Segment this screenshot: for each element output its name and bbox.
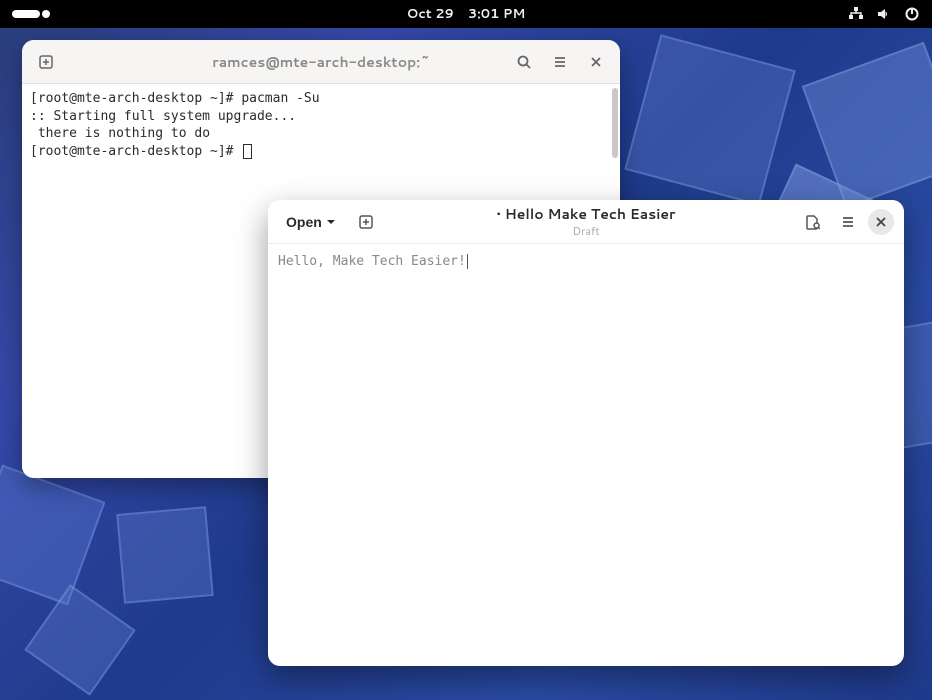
document-title: Hello Make Tech Easier bbox=[505, 204, 676, 224]
editor-title-block: • Hello Make Tech Easier Draft bbox=[496, 204, 675, 239]
menu-button[interactable] bbox=[832, 206, 864, 238]
activities-button[interactable] bbox=[12, 10, 40, 18]
document-info-button[interactable] bbox=[796, 206, 828, 238]
volume-icon bbox=[876, 6, 892, 22]
scrollbar-thumb[interactable] bbox=[612, 88, 618, 158]
terminal-headerbar: ramces@mte-arch-desktop:~ bbox=[22, 40, 620, 84]
panel-clock[interactable]: Oct 29 3:01 PM bbox=[407, 5, 526, 23]
new-document-button[interactable] bbox=[350, 206, 382, 238]
network-icon bbox=[848, 6, 864, 22]
close-button[interactable] bbox=[580, 46, 612, 78]
open-button-label: Open bbox=[286, 214, 322, 230]
editor-headerbar: Open • Hello Make Tech Easier Draft bbox=[268, 200, 904, 244]
close-button[interactable] bbox=[868, 209, 894, 235]
panel-time: 3:01 PM bbox=[468, 5, 526, 23]
new-tab-button[interactable] bbox=[30, 46, 62, 78]
editor-content: Hello, Make Tech Easier! bbox=[278, 254, 466, 269]
terminal-line: :: Starting full system upgrade... bbox=[30, 109, 296, 124]
terminal-cursor bbox=[243, 144, 252, 159]
menu-button[interactable] bbox=[544, 46, 576, 78]
editor-text-area[interactable]: Hello, Make Tech Easier! bbox=[268, 244, 904, 666]
terminal-line: [root@mte-arch-desktop ~]# pacman -Su bbox=[30, 91, 320, 106]
panel-date: Oct 29 bbox=[407, 5, 454, 23]
text-editor-window: Open • Hello Make Tech Easier Draft Hell… bbox=[268, 200, 904, 666]
chevron-down-icon bbox=[326, 217, 336, 227]
open-button[interactable]: Open bbox=[278, 208, 344, 236]
document-subtitle: Draft bbox=[496, 223, 675, 239]
terminal-line: there is nothing to do bbox=[30, 126, 210, 141]
terminal-prompt: [root@mte-arch-desktop ~]# bbox=[30, 144, 241, 159]
text-cursor bbox=[467, 254, 468, 269]
terminal-title: ramces@mte-arch-desktop:~ bbox=[212, 52, 430, 72]
power-icon bbox=[904, 6, 920, 22]
search-button[interactable] bbox=[508, 46, 540, 78]
modified-indicator: • bbox=[496, 204, 504, 224]
system-status-area[interactable] bbox=[848, 6, 920, 22]
gnome-top-panel: Oct 29 3:01 PM bbox=[0, 0, 932, 28]
